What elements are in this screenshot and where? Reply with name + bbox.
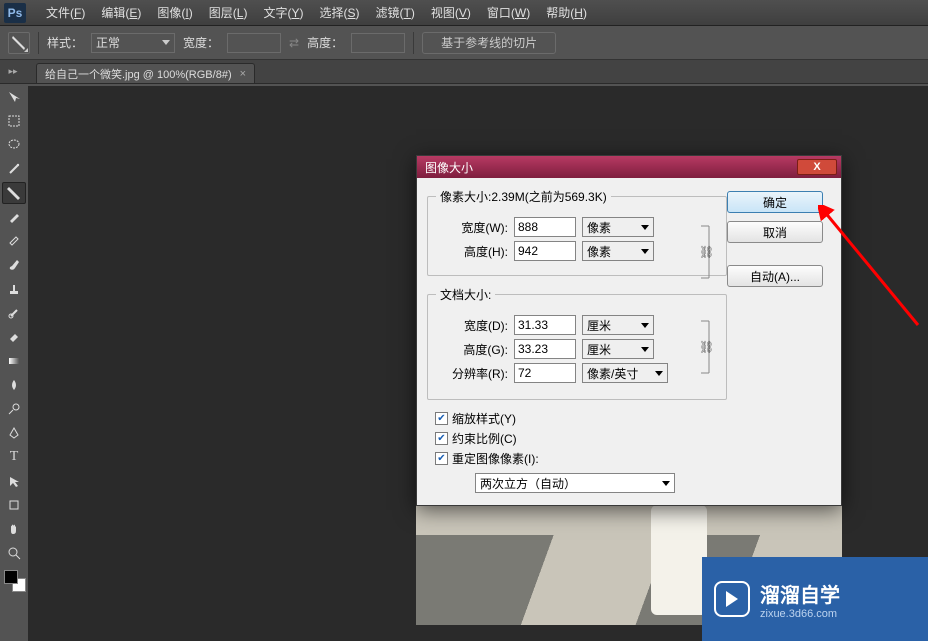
lasso-tool-icon[interactable] bbox=[2, 134, 26, 156]
opt-width-input[interactable] bbox=[227, 33, 281, 53]
gradient-tool-icon[interactable] bbox=[2, 350, 26, 372]
px-height-label: 高度(H): bbox=[436, 243, 508, 260]
dialog-titlebar[interactable]: 图像大小 X bbox=[417, 156, 841, 178]
separator bbox=[413, 32, 414, 54]
menu-filter[interactable]: 滤镜(T) bbox=[368, 4, 423, 21]
dialog-close-button[interactable]: X bbox=[797, 159, 837, 175]
doc-width-unit-dropdown[interactable]: 厘米 bbox=[582, 315, 654, 335]
resolution-input[interactable] bbox=[514, 363, 576, 383]
panel-grabber-icon[interactable]: ▸▸ bbox=[4, 62, 22, 80]
document-tab[interactable]: 给自己一个微笑.jpg @ 100%(RGB/8#) × bbox=[36, 63, 255, 83]
constrain-proportions-checkbox[interactable]: ✔ 约束比例(C) bbox=[435, 430, 727, 447]
crop-tool-icon[interactable] bbox=[2, 182, 26, 204]
ok-button[interactable]: 确定 bbox=[727, 191, 823, 213]
separator bbox=[38, 32, 39, 54]
swap-icon[interactable]: ⇄ bbox=[289, 36, 299, 50]
move-tool-icon[interactable] bbox=[2, 86, 26, 108]
marquee-tool-icon[interactable] bbox=[2, 110, 26, 132]
blur-tool-icon[interactable] bbox=[2, 374, 26, 396]
menu-type[interactable]: 文字(Y) bbox=[255, 4, 311, 21]
menu-view[interactable]: 视图(V) bbox=[423, 4, 479, 21]
menu-help[interactable]: 帮助(H) bbox=[538, 4, 595, 21]
pixel-dimensions-group: 像素大小:2.39M(之前为569.3K) 宽度(W): 像素 高度(H): 像… bbox=[427, 188, 727, 276]
auto-button[interactable]: 自动(A)... bbox=[727, 265, 823, 287]
px-height-input[interactable] bbox=[514, 241, 576, 261]
doc-width-label: 宽度(D): bbox=[436, 317, 508, 334]
resolution-label: 分辨率(R): bbox=[436, 365, 508, 382]
menu-layer[interactable]: 图层(L) bbox=[201, 4, 256, 21]
healing-tool-icon[interactable] bbox=[2, 230, 26, 252]
opt-height-label: 高度： bbox=[307, 34, 343, 51]
svg-text:⛓: ⛓ bbox=[699, 340, 714, 354]
checkbox-checked-icon: ✔ bbox=[435, 452, 448, 465]
pen-tool-icon[interactable] bbox=[2, 422, 26, 444]
document-tab-label: 给自己一个微笑.jpg @ 100%(RGB/8#) bbox=[45, 66, 232, 82]
doc-height-input[interactable] bbox=[514, 339, 576, 359]
px-width-input[interactable] bbox=[514, 217, 576, 237]
brush-tool-icon[interactable] bbox=[2, 254, 26, 276]
watermark-title: 溜溜自学 bbox=[760, 579, 840, 608]
shape-tool-icon[interactable] bbox=[2, 494, 26, 516]
watermark: 溜溜自学 zixue.3d66.com bbox=[702, 557, 928, 641]
hand-tool-icon[interactable] bbox=[2, 518, 26, 540]
options-bar: 样式： 正常 宽度： ⇄ 高度： 基于参考线的切片 bbox=[0, 26, 928, 60]
stamp-tool-icon[interactable] bbox=[2, 278, 26, 300]
zoom-tool-icon[interactable] bbox=[2, 542, 26, 564]
document-size-group: 文档大小: 宽度(D): 厘米 高度(G): 厘米 分辨率(R): 像素/英寸 bbox=[427, 286, 727, 400]
scale-styles-checkbox[interactable]: ✔ 缩放样式(Y) bbox=[435, 410, 727, 427]
current-tool-icon[interactable] bbox=[8, 32, 30, 54]
type-tool-icon[interactable]: T bbox=[2, 446, 26, 468]
opt-width-label: 宽度： bbox=[183, 34, 219, 51]
svg-text:⛓: ⛓ bbox=[699, 245, 714, 259]
tab-close-icon[interactable]: × bbox=[240, 68, 246, 80]
doc-height-unit-dropdown[interactable]: 厘米 bbox=[582, 339, 654, 359]
path-select-tool-icon[interactable] bbox=[2, 470, 26, 492]
watermark-url: zixue.3d66.com bbox=[760, 608, 840, 620]
style-dropdown[interactable]: 正常 bbox=[91, 33, 175, 53]
eraser-tool-icon[interactable] bbox=[2, 326, 26, 348]
history-brush-tool-icon[interactable] bbox=[2, 302, 26, 324]
resolution-unit-dropdown[interactable]: 像素/英寸 bbox=[582, 363, 668, 383]
style-label: 样式： bbox=[47, 34, 83, 51]
menu-edit[interactable]: 编辑(E) bbox=[93, 4, 149, 21]
menu-bar: Ps 文件(F) 编辑(E) 图像(I) 图层(L) 文字(Y) 选择(S) 滤… bbox=[0, 0, 928, 26]
resample-image-checkbox[interactable]: ✔ 重定图像像素(I): bbox=[435, 450, 727, 467]
menu-image[interactable]: 图像(I) bbox=[149, 4, 200, 21]
resample-method-dropdown[interactable]: 两次立方（自动） bbox=[475, 473, 675, 493]
doc-width-input[interactable] bbox=[514, 315, 576, 335]
document-size-legend: 文档大小: bbox=[436, 286, 495, 303]
checkbox-checked-icon: ✔ bbox=[435, 412, 448, 425]
px-width-unit-dropdown[interactable]: 像素 bbox=[582, 217, 654, 237]
checkbox-checked-icon: ✔ bbox=[435, 432, 448, 445]
wand-tool-icon[interactable] bbox=[2, 158, 26, 180]
px-height-unit-dropdown[interactable]: 像素 bbox=[582, 241, 654, 261]
dodge-tool-icon[interactable] bbox=[2, 398, 26, 420]
ps-logo-icon: Ps bbox=[4, 3, 26, 23]
document-tab-strip: 给自己一个微笑.jpg @ 100%(RGB/8#) × bbox=[0, 60, 928, 84]
px-width-label: 宽度(W): bbox=[436, 219, 508, 236]
dialog-title: 图像大小 bbox=[421, 159, 473, 176]
menu-select[interactable]: 选择(S) bbox=[311, 4, 367, 21]
play-icon bbox=[714, 581, 750, 617]
opt-height-input[interactable] bbox=[351, 33, 405, 53]
tool-column: T bbox=[0, 84, 28, 594]
slice-from-guides-button[interactable]: 基于参考线的切片 bbox=[422, 32, 556, 54]
doc-height-label: 高度(G): bbox=[436, 341, 508, 358]
eyedropper-tool-icon[interactable] bbox=[2, 206, 26, 228]
document-link-icon[interactable]: ⛓ bbox=[698, 317, 720, 377]
menu-file[interactable]: 文件(F) bbox=[38, 4, 93, 21]
pixel-link-icon[interactable]: ⛓ bbox=[698, 223, 720, 281]
image-size-dialog: 图像大小 X 像素大小:2.39M(之前为569.3K) 宽度(W): 像素 高… bbox=[416, 155, 842, 506]
cancel-button[interactable]: 取消 bbox=[727, 221, 823, 243]
color-swatch[interactable] bbox=[2, 568, 26, 592]
pixel-dimensions-legend: 像素大小:2.39M(之前为569.3K) bbox=[436, 188, 611, 205]
menu-window[interactable]: 窗口(W) bbox=[479, 4, 538, 21]
